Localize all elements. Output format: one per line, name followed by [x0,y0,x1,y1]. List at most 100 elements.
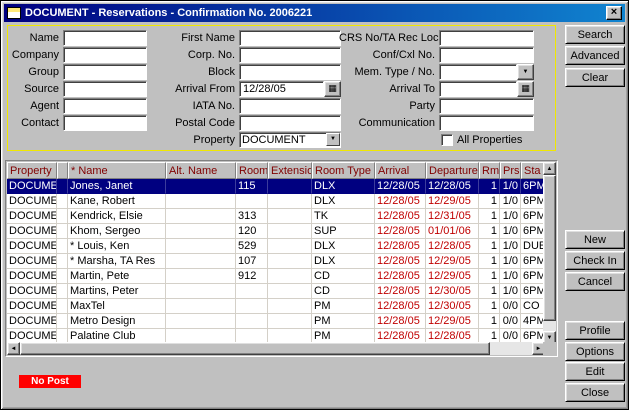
clear-button[interactable]: Clear [565,68,625,87]
close-icon[interactable]: × [606,6,622,20]
postal-code-input[interactable] [239,115,341,131]
first-name-input[interactable] [239,30,341,46]
cell: 12/28/05 [375,254,426,269]
form-column-1: Name Company Group Source Agent Contact [11,29,147,131]
column-header[interactable] [57,162,68,179]
search-button[interactable]: Search [565,25,625,44]
column-header[interactable]: Extension [268,162,312,179]
horizontal-scroll-thumb[interactable] [20,342,490,355]
column-header[interactable]: Prs [500,162,521,179]
new-button[interactable]: New [565,230,625,249]
cell: Kendrick, Elsie [68,209,166,224]
arrival-to-input[interactable] [439,81,517,97]
profile-button[interactable]: Profile [565,321,625,340]
party-input[interactable] [439,98,534,114]
cell [166,314,236,329]
cell: 6PM [521,269,545,284]
cell [57,299,68,314]
cell: DOCUME [7,224,57,239]
cell: CD [312,284,375,299]
cell: 12/28/05 [375,224,426,239]
column-header[interactable]: * Name [68,162,166,179]
cell [166,254,236,269]
arrow-left-icon: ◄ [11,346,17,352]
property-dropdown-button[interactable]: ▼ [326,133,340,146]
party-row: Party [339,97,534,114]
cell [268,239,312,254]
table-row[interactable]: DOCUMEMaxTelPM12/28/0512/30/0510/0CO [7,299,545,314]
cell: 12/30/05 [426,284,479,299]
column-header[interactable]: Departure [426,162,479,179]
column-header[interactable]: Room Type [312,162,375,179]
agent-input[interactable] [63,98,147,114]
table-row[interactable]: DOCUMEKendrick, Elsie313TK12/28/0512/31/… [7,209,545,224]
cell: 12/28/05 [426,239,479,254]
arrival-from-input[interactable] [239,81,324,97]
cell [268,254,312,269]
advanced-button[interactable]: Advanced [565,46,625,65]
cell: 4PM [521,314,545,329]
conf-cxl-no-input[interactable] [439,47,534,63]
check-in-button[interactable]: Check In [565,251,625,270]
cell: 1/0 [500,254,521,269]
property-select[interactable]: DOCUMENT ▼ [239,132,341,148]
column-header[interactable]: Property [7,162,57,179]
scroll-left-button[interactable]: ◄ [7,342,20,355]
close-button[interactable]: Close [565,383,625,402]
arrival-to-calendar-button[interactable]: ▦ [517,81,534,97]
group-input[interactable] [63,64,147,80]
iata-no-input[interactable] [239,98,341,114]
edit-button[interactable]: Edit [565,362,625,381]
vertical-scroll-thumb[interactable] [543,175,556,321]
cell [57,209,68,224]
table-row[interactable]: DOCUMEKane, RobertDLX12/28/0512/29/0511/… [7,194,545,209]
calendar-icon: ▦ [521,84,530,93]
table-row[interactable]: DOCUMEJones, Janet115DLX12/28/0512/28/05… [7,179,545,194]
column-header[interactable]: Rms [479,162,500,179]
table-row[interactable]: DOCUMEMetro DesignPM12/28/0512/29/0510/0… [7,314,545,329]
crs-no-input[interactable] [439,30,534,46]
cell: 0/0 [500,299,521,314]
cell: SUP [312,224,375,239]
source-label: Source [11,83,63,95]
table-row[interactable]: DOCUMEMartin, Pete912CD12/28/0512/29/051… [7,269,545,284]
cell: 120 [236,224,268,239]
horizontal-scrollbar[interactable]: ◄ ► [7,342,545,355]
first-name-label: First Name [153,32,239,44]
cell: 01/01/06 [426,224,479,239]
cell [268,209,312,224]
table-row[interactable]: DOCUMEMartins, PeterCD12/28/0512/30/0511… [7,284,545,299]
iata-no-row: IATA No. [153,97,341,114]
column-header[interactable]: Alt. Name [166,162,236,179]
communication-input[interactable] [439,115,534,131]
corp-no-input[interactable] [239,47,341,63]
cell: DLX [312,239,375,254]
mem-type-dropdown-button[interactable]: ▼ [517,64,534,80]
column-header[interactable]: Sta [521,162,545,179]
all-properties-checkbox[interactable] [441,134,453,146]
options-button[interactable]: Options [565,342,625,361]
scroll-up-button[interactable]: ▲ [543,162,556,175]
chevron-down-icon: ▼ [523,69,529,75]
source-input[interactable] [63,81,147,97]
cell: DOCUME [7,239,57,254]
column-header[interactable]: Arrival [375,162,426,179]
table-row[interactable]: DOCUME* Louis, Ken529DLX12/28/0512/28/05… [7,239,545,254]
block-input[interactable] [239,64,341,80]
cell: DOCUME [7,284,57,299]
mem-type-input[interactable] [439,64,517,80]
contact-input[interactable] [63,115,147,131]
company-input[interactable] [63,47,147,63]
table-row[interactable]: DOCUME* Marsha, TA Res107DLX12/28/0512/2… [7,254,545,269]
vertical-scrollbar[interactable]: ▲ ▼ [543,162,556,344]
cell: CO [521,299,545,314]
titlebar: DOCUMENT - Reservations - Confirmation N… [4,4,625,22]
cell: 12/31/05 [426,209,479,224]
column-header[interactable]: Room [236,162,268,179]
name-label: Name [11,32,63,44]
cell: 1 [479,209,500,224]
name-input[interactable] [63,30,147,46]
name-row: Name [11,29,147,46]
table-row[interactable]: DOCUMEKhom, Sergeo120SUP12/28/0501/01/06… [7,224,545,239]
cancel-button[interactable]: Cancel [565,272,625,291]
